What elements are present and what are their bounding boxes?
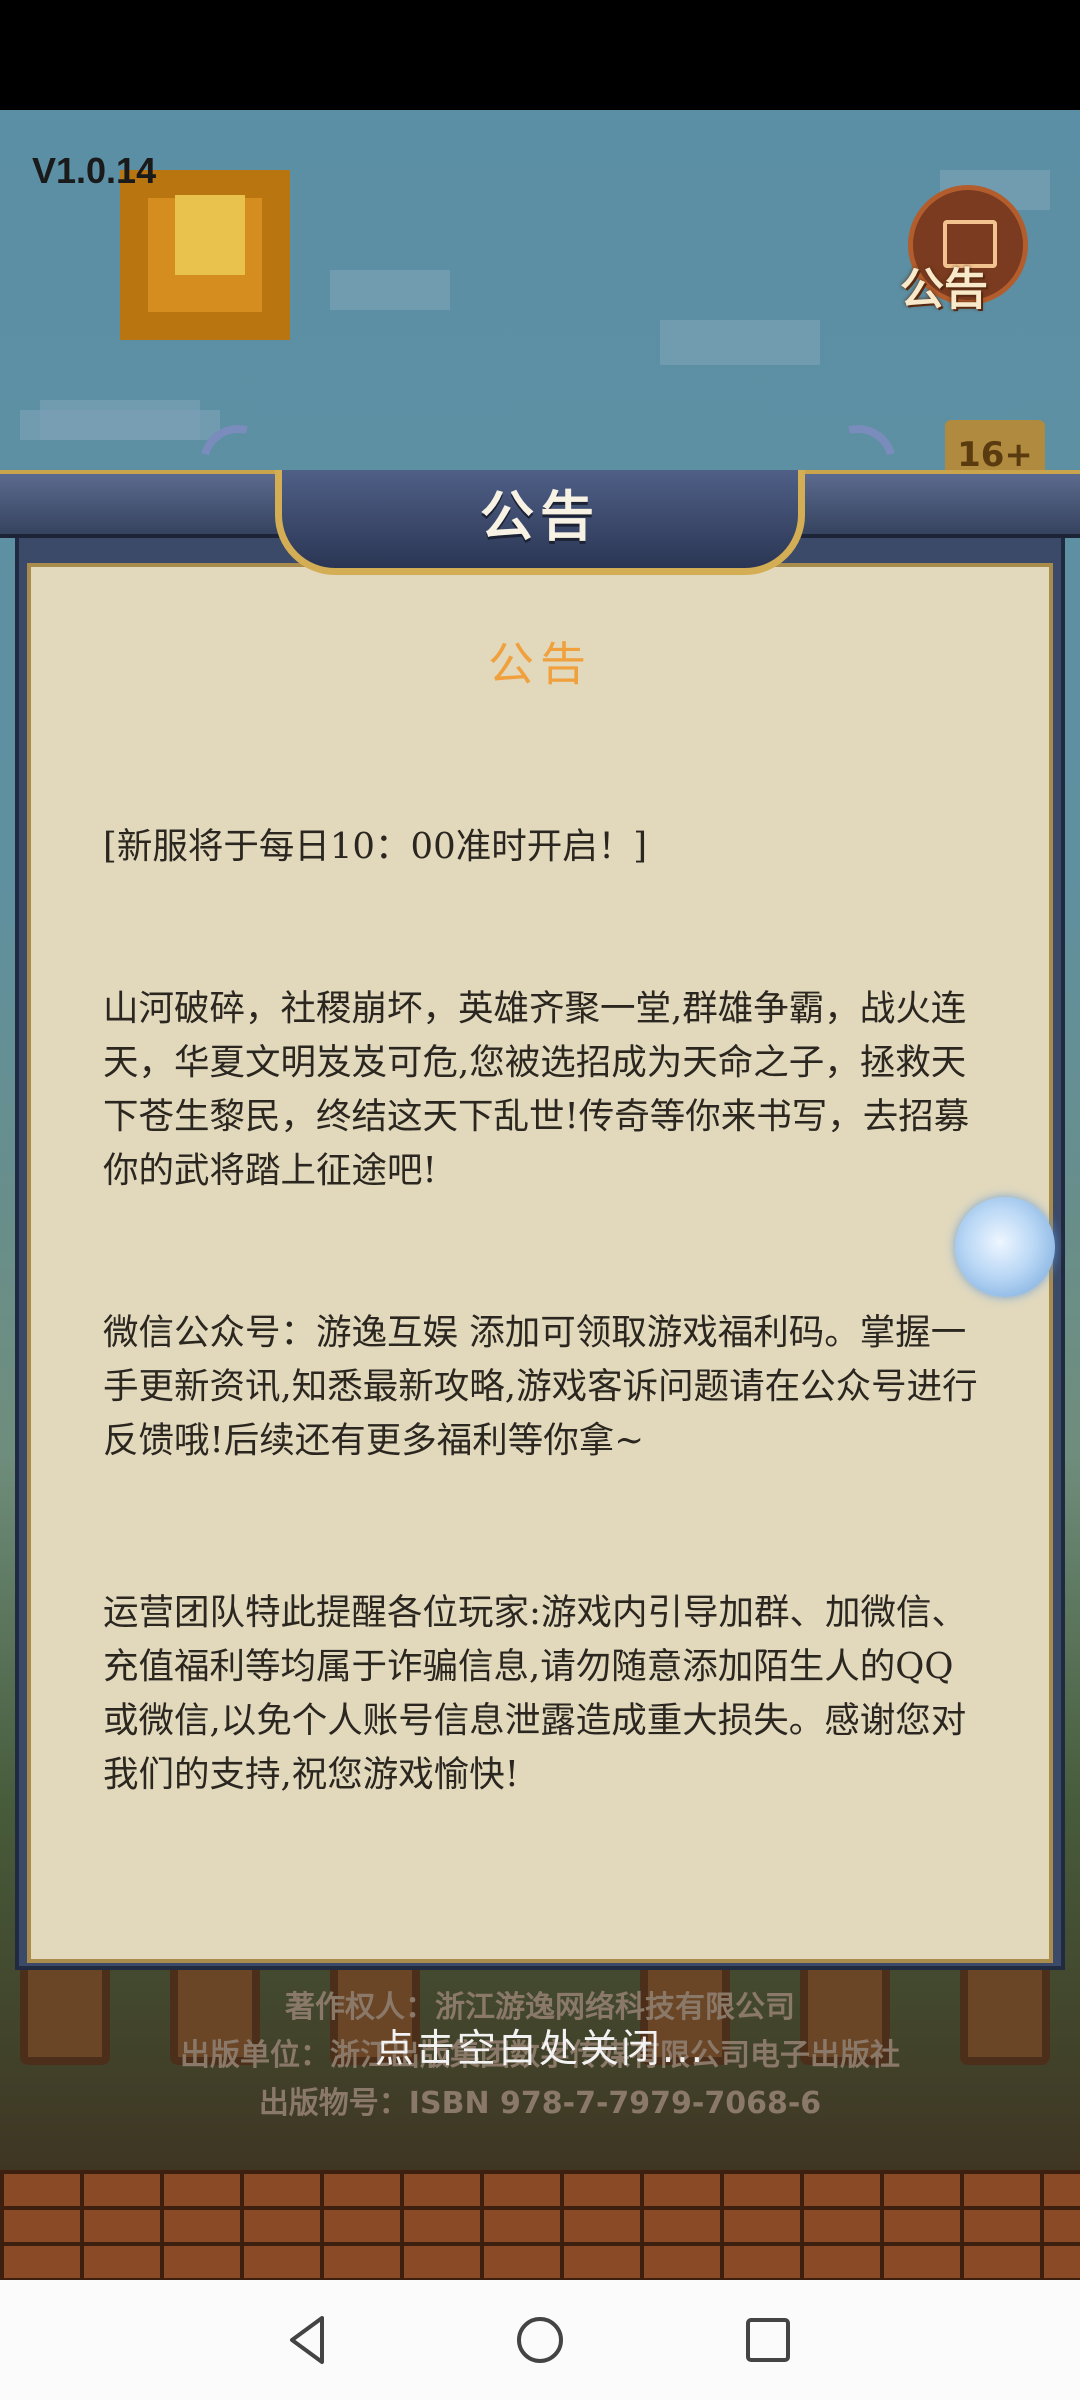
triangle-back-icon	[290, 2316, 324, 2364]
navigation-bar	[0, 2280, 1080, 2400]
notice-paragraph: 山河破碎，社稷崩坏，英雄齐聚一堂,群雄争霸，战火连天，华夏文明岌岌可危,您被选招…	[103, 988, 970, 1191]
notice-paragraph: 微信公众号：游逸互娱 添加可领取游戏福利码。掌握一手更新资讯,知悉最新攻略,游戏…	[103, 1312, 978, 1461]
home-button[interactable]	[480, 2280, 600, 2400]
notice-heading: 公告	[488, 637, 592, 691]
close-hint[interactable]: 点击空白处关闭...	[0, 2018, 1080, 2074]
notice-paragraph: 运营团队特此提醒各位玩家:游戏内引导加群、加微信、充值福利等均属于诈骗信息,请勿…	[103, 1592, 967, 1795]
square-recents-icon	[746, 2318, 790, 2362]
isbn-text: 出版物号：ISBN 978-7-7979-7068-6	[258, 2086, 822, 2121]
notice-body: [新服将于每日10：00准时开启！] 山河破碎，社稷崩坏，英雄齐聚一堂,群雄争霸…	[103, 712, 983, 1856]
notice-button[interactable]: 公告	[900, 185, 1060, 320]
dialog-title: 公告	[480, 485, 600, 548]
back-button[interactable]	[248, 2280, 368, 2400]
recents-button[interactable]	[708, 2280, 828, 2400]
notice-paragraph: [新服将于每日10：00准时开启！]	[103, 826, 648, 867]
circle-home-icon	[517, 2317, 563, 2363]
status-bar	[0, 0, 1080, 110]
brick-floor	[0, 2170, 1080, 2280]
floating-assistant-bubble[interactable]	[955, 1197, 1055, 1297]
sun-decoration	[120, 170, 290, 340]
notice-button-label: 公告	[900, 264, 988, 315]
version-label: V1.0.14	[32, 150, 157, 191]
